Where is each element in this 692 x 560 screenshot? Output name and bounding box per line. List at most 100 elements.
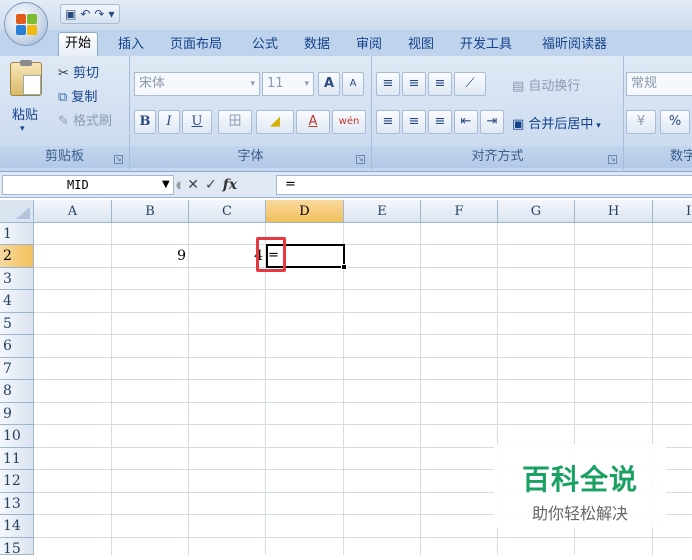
orientation-icon: ⟋ [465,76,475,91]
tab-home[interactable]: 开始 [58,32,99,56]
cell-c2[interactable]: 4 [189,245,263,267]
align-bottom-button[interactable]: ≡ [428,72,452,96]
bold-button[interactable]: B [134,110,156,134]
row-header-8[interactable]: 8 [0,380,34,403]
increase-indent-button[interactable]: ⇥ [480,110,504,134]
align-center-button[interactable]: ≡ [402,110,426,134]
number-format-combo[interactable]: 常规 [626,72,692,96]
save-icon[interactable]: ▣ [65,7,76,21]
column-header-c[interactable]: C [189,200,266,223]
alignment-group: ≡ ≡ ≡ ⟋ ▤ 自动换行 ≡ ≡ ≡ ⇤ ⇥ ▣ 合并后居中 ▾ 对齐方式 … [372,56,624,170]
gridline [420,223,421,555]
column-header-a[interactable]: A [34,200,112,223]
row-header-6[interactable]: 6 [0,335,34,358]
row-header-2[interactable]: 2 [0,245,34,268]
formula-bar: MID ▼ ◖ ✕ ✓ fx = [0,172,692,198]
currency-icon: ¥ [636,114,646,129]
name-box[interactable]: MID [2,175,174,195]
align-middle-button[interactable]: ≡ [402,72,426,96]
align-left-button[interactable]: ≡ [376,110,400,134]
row-header-7[interactable]: 7 [0,358,34,380]
font-size-combo[interactable]: 11 ▾ [262,72,314,96]
column-header-g[interactable]: G [498,200,575,223]
font-name-combo[interactable]: 宋体 ▾ [134,72,260,96]
enter-icon[interactable]: ✓ [205,177,217,193]
quick-access-toolbar: ▣ ↶ ↷ ▾ [60,4,120,24]
column-header-e[interactable]: E [344,200,421,223]
tab-foxit-reader[interactable]: 福昕阅读器 [542,34,607,56]
orientation-button[interactable]: ⟋ [454,72,486,96]
gridline [34,357,692,358]
copy-button[interactable]: ⧉ 复制 [58,86,97,105]
office-button[interactable] [4,2,48,46]
tab-formulas[interactable]: 公式 [252,34,278,56]
name-box-dropdown-icon[interactable]: ▼ [162,175,170,195]
tab-data[interactable]: 数据 [304,34,330,56]
tab-page-layout[interactable]: 页面布局 [170,34,222,56]
undo-icon[interactable]: ↶ [80,7,90,21]
increase-indent-icon: ⇥ [486,114,498,129]
grow-font-button[interactable]: A [318,72,340,96]
row-header-5[interactable]: 5 [0,313,34,335]
cell-b2[interactable]: 9 [112,245,186,267]
gridline [34,402,692,403]
formula-input[interactable]: = [276,175,692,195]
decrease-indent-button[interactable]: ⇤ [454,110,478,134]
gridline [34,537,692,538]
highlight-annotation [256,237,286,272]
percent-button[interactable]: % [660,110,690,134]
paste-button[interactable]: 粘贴 [12,104,38,123]
underline-button[interactable]: U [182,110,212,134]
row-header-15[interactable]: 15 [0,538,34,557]
column-header-h[interactable]: H [575,200,653,223]
column-header-i[interactable]: I [653,200,692,223]
align-top-button[interactable]: ≡ [376,72,400,96]
font-group-label: 字体 [130,146,371,168]
row-header-4[interactable]: 4 [0,290,34,313]
paste-dropdown-icon[interactable]: ▾ [20,124,25,134]
row-header-13[interactable]: 13 [0,493,34,515]
shrink-font-button[interactable]: A [342,72,364,96]
font-launcher-icon[interactable]: ↘ [356,155,365,164]
alignment-launcher-icon[interactable]: ↘ [608,155,617,164]
phonetic-button[interactable]: wén [332,110,366,134]
fill-color-button[interactable]: ◢ [256,110,294,134]
clipboard-launcher-icon[interactable]: ↘ [114,155,123,164]
wrap-text-button[interactable]: ▤ 自动换行 [512,75,580,94]
clipboard-group: 粘贴 ▾ ✂ 剪切 ⧉ 复制 ✎ 格式刷 剪贴板 ↘ [0,56,130,170]
redo-icon[interactable]: ↷ [94,7,104,21]
ribbon-tabs: 开始 插入 页面布局 公式 数据 审阅 视图 开发工具 福昕阅读器 [0,30,692,56]
tab-developer[interactable]: 开发工具 [460,34,512,56]
clipboard-group-label: 剪贴板 [0,146,129,168]
cut-button[interactable]: ✂ 剪切 [58,62,99,81]
select-all-button[interactable] [0,200,34,223]
align-bottom-icon: ≡ [434,76,446,91]
row-header-14[interactable]: 14 [0,515,34,538]
align-right-icon: ≡ [434,114,446,129]
tab-insert[interactable]: 插入 [118,34,144,56]
column-header-b[interactable]: B [112,200,189,223]
fill-handle[interactable] [341,264,347,270]
align-right-button[interactable]: ≡ [428,110,452,134]
tab-review[interactable]: 审阅 [356,34,382,56]
number-group: 常规 ¥ % 数字 [624,56,692,170]
accounting-format-button[interactable]: ¥ [626,110,656,134]
cancel-icon[interactable]: ✕ [187,177,199,193]
row-header-3[interactable]: 3 [0,268,34,290]
insert-function-icon[interactable]: fx [223,177,237,193]
row-header-10[interactable]: 10 [0,425,34,448]
wrap-text-icon: ▤ [512,79,529,94]
tab-view[interactable]: 视图 [408,34,434,56]
row-header-11[interactable]: 11 [0,448,34,470]
row-header-12[interactable]: 12 [0,470,34,493]
customize-qat-icon[interactable]: ▾ [108,7,114,21]
column-header-f[interactable]: F [421,200,498,223]
font-color-button[interactable]: A [296,110,330,134]
row-header-1[interactable]: 1 [0,223,34,245]
row-header-9[interactable]: 9 [0,403,34,425]
border-button[interactable]: 田 [218,110,252,134]
format-painter-button[interactable]: ✎ 格式刷 [58,110,112,129]
column-header-d[interactable]: D [266,200,344,223]
italic-button[interactable]: I [158,110,180,134]
merge-center-button[interactable]: ▣ 合并后居中 ▾ [512,113,601,132]
